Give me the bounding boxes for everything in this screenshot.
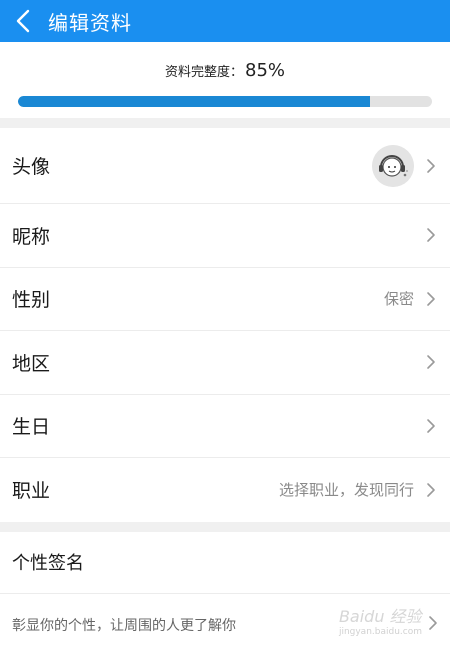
chevron-right-icon bbox=[424, 481, 438, 499]
chevron-right-icon bbox=[424, 290, 438, 308]
progress-label-row: 资料完整度： 85% bbox=[18, 60, 432, 86]
progress-fill bbox=[18, 96, 370, 107]
row-value-occupation: 选择职业，发现同行 bbox=[278, 481, 414, 500]
row-label-avatar: 头像 bbox=[12, 156, 51, 178]
app-header: 编辑资料 bbox=[0, 0, 450, 42]
signature-header: 个性签名 bbox=[0, 532, 450, 594]
headphones-avatar-icon bbox=[372, 144, 414, 187]
row-occupation[interactable]: 职业 选择职业，发现同行 bbox=[0, 458, 450, 522]
watermark-logo: Baidu 经验 bbox=[338, 607, 422, 626]
row-avatar[interactable]: 头像 bbox=[0, 128, 450, 204]
section-divider bbox=[0, 118, 450, 128]
chevron-right-icon bbox=[424, 353, 438, 371]
watermark: Baidu 经验 jingyan.baidu.com bbox=[339, 603, 422, 637]
row-nickname[interactable]: 昵称 bbox=[0, 204, 450, 268]
chevron-left-icon bbox=[16, 9, 30, 33]
chevron-right-icon bbox=[424, 157, 438, 175]
row-gender[interactable]: 性别 保密 bbox=[0, 268, 450, 331]
progress-label: 资料完整度： bbox=[164, 65, 243, 80]
back-button[interactable] bbox=[2, 0, 44, 42]
row-label-birthday: 生日 bbox=[12, 416, 51, 439]
edit-profile-screen: 编辑资料 资料完整度： 85% 头像 昵称 性别 保密 地区 生日 职业 选择职… bbox=[0, 0, 450, 645]
row-value-gender: 保密 bbox=[383, 290, 414, 309]
row-label-nickname: 昵称 bbox=[12, 225, 51, 248]
profile-completeness: 资料完整度： 85% bbox=[0, 42, 450, 118]
row-label-occupation: 职业 bbox=[12, 480, 51, 503]
row-label-region: 地区 bbox=[12, 352, 51, 375]
chevron-right-icon bbox=[424, 417, 438, 435]
progress-percent: 85% bbox=[245, 60, 286, 81]
row-label-gender: 性别 bbox=[12, 289, 51, 312]
watermark-url: jingyan.baidu.com bbox=[338, 627, 422, 637]
avatar bbox=[372, 144, 414, 187]
signature-title: 个性签名 bbox=[12, 553, 84, 574]
chevron-right-icon bbox=[428, 615, 438, 635]
row-birthday[interactable]: 生日 bbox=[0, 395, 450, 458]
chevron-right-icon bbox=[424, 226, 438, 244]
row-region[interactable]: 地区 bbox=[0, 331, 450, 395]
progress-track bbox=[18, 96, 432, 107]
page-title: 编辑资料 bbox=[48, 10, 132, 35]
section-divider bbox=[0, 521, 450, 532]
